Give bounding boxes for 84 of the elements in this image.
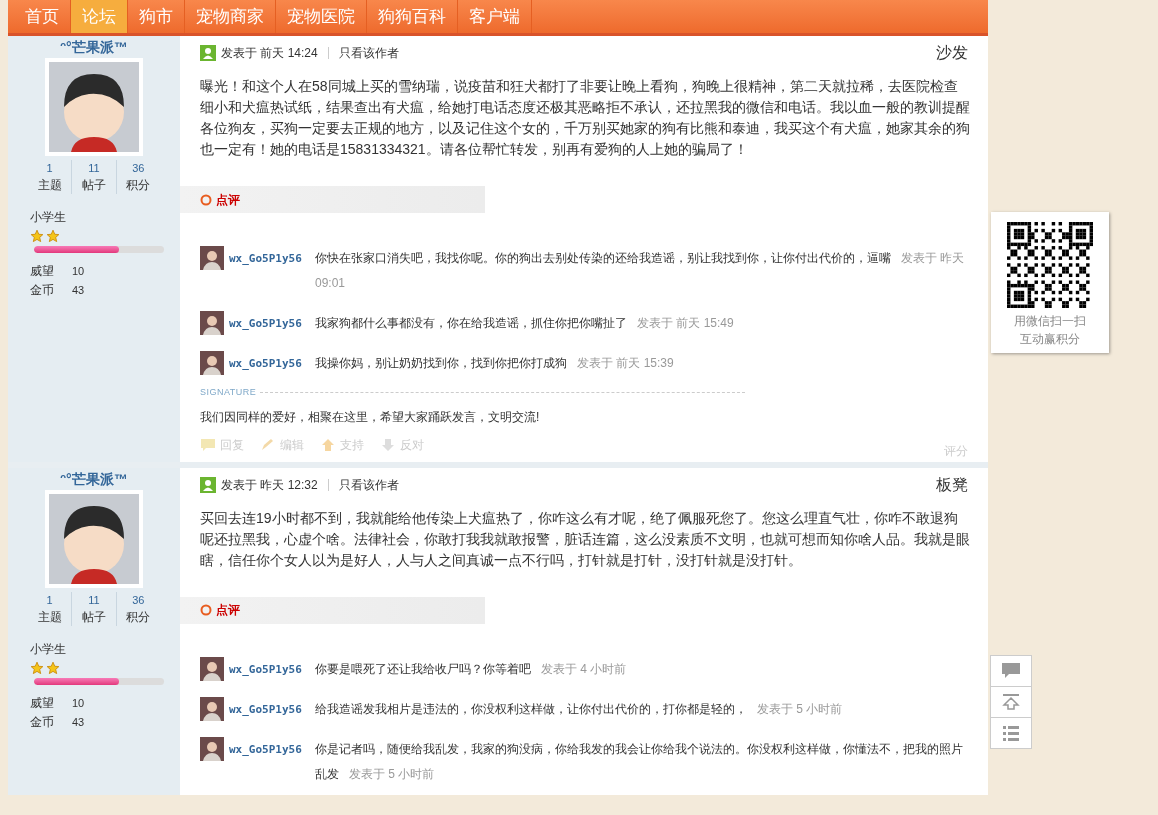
review-label: 点评 xyxy=(216,191,240,209)
commenter-name[interactable]: wx_Go5P1y56 xyxy=(224,351,315,376)
stat-value[interactable]: 11 xyxy=(88,591,100,608)
stat-label: 积分 xyxy=(126,177,151,194)
qr-caption: 互动赢积分 xyxy=(1020,331,1080,348)
avatar xyxy=(200,246,224,270)
field-value: 10 xyxy=(72,264,85,279)
qr-caption: 用微信扫一扫 xyxy=(1014,313,1086,330)
avatar xyxy=(200,311,224,335)
comment-icon xyxy=(200,437,216,452)
comment-text: 我家狗都什么事都没有，你在给我造谣，抓住你把你嘴扯了 发表于 前天 15:49 xyxy=(315,315,734,332)
comment-text: 我操你妈，别让奶奶找到你，找到你把你打成狗 发表于 前天 15:39 xyxy=(315,355,674,372)
review-label: 点评 xyxy=(216,602,240,619)
star-icon xyxy=(30,229,44,243)
field-label: 金币 xyxy=(30,713,55,731)
comment-text: 你要是喂死了还让我给收尸吗？你等着吧 发表于 4 小时前 xyxy=(315,660,627,678)
commenter-name[interactable]: wx_Go5P1y56 xyxy=(224,246,315,271)
commenter-name[interactable]: wx_Go5P1y56 xyxy=(224,311,315,336)
stat-value[interactable]: 11 xyxy=(88,160,100,176)
list-icon xyxy=(1001,724,1021,742)
comment-time: 发表于 前天 15:39 xyxy=(577,356,674,370)
post-body: 买回去连19小时都不到，我就能给他传染上犬瘟热了，你咋这么有才呢，绝了佩服死您了。您这么理直气壮，你咋不敢退狗呢还拉黑我，心虚个啥。法律社会，你敢打我我就敢报警，脏话连篇，这么没素质不文明，也就可想而知你啥人品。我就是眼瞎，信任你个女人以为是好人，人与人之间真诚一点不行吗，打针就是打针，没打针就是没打针。 xyxy=(199,508,971,570)
commenter-name[interactable]: wx_Go5P1y56 xyxy=(224,736,315,762)
comment-button[interactable] xyxy=(990,655,1032,687)
star-icon xyxy=(46,229,60,243)
comment-text: 你快在张家口消失吧，我找你呢。你的狗出去别处传染的还给我造谣，别让我找到你，让你付出代价的，逼嘴 发表于 昨天 09:01 xyxy=(315,250,966,292)
arrow-down-icon xyxy=(380,437,396,452)
pencil-icon xyxy=(260,437,276,452)
back-to-top-icon xyxy=(1001,693,1021,711)
commenter-name[interactable]: wx_Go5P1y56 xyxy=(224,656,315,682)
field-value: 43 xyxy=(72,714,85,730)
comment-time: 发表于 5 小时前 xyxy=(757,701,843,716)
arrow-up-icon xyxy=(320,437,336,452)
field-value: 43 xyxy=(72,283,85,298)
nav-tab[interactable]: 狗狗百科 xyxy=(367,0,458,33)
comment-text: 给我造谣发我相片是违法的，你没权利这样做，让你付出代价的，打你都是轻的， 发表于 5 小时前 xyxy=(315,700,843,718)
rank-label: 小学生 xyxy=(30,640,67,658)
comment-time: 发表于 4 小时前 xyxy=(541,661,627,676)
circle-icon xyxy=(200,604,212,616)
field-value: 10 xyxy=(72,695,85,711)
author-name[interactable]: ᵔ°芒果派™ xyxy=(8,469,180,488)
comment-time: 发表于 前天 15:49 xyxy=(637,316,734,330)
floor-number[interactable]: 板凳 xyxy=(936,472,968,497)
author-name[interactable]: ᵔ°芒果派™ xyxy=(8,38,180,56)
user-icon xyxy=(200,476,216,493)
nav-tab[interactable]: 狗市 xyxy=(128,0,185,33)
post-time: 发表于 昨天 12:32 xyxy=(221,476,318,494)
stat-label: 积分 xyxy=(126,608,151,626)
signature-label: SIGNATURE xyxy=(200,386,257,399)
nav-tab[interactable]: 宠物商家 xyxy=(185,0,276,33)
circle-icon xyxy=(200,193,212,206)
stat-value[interactable]: 1 xyxy=(46,591,53,608)
avatar xyxy=(200,696,224,721)
stat-value[interactable]: 1 xyxy=(46,160,53,176)
star-icon xyxy=(30,660,44,675)
back-to-top-button[interactable] xyxy=(990,686,1032,718)
rank-label: 小学生 xyxy=(30,209,67,226)
stat-label: 帖子 xyxy=(82,177,106,194)
user-icon xyxy=(200,45,216,61)
post-time: 发表于 前天 14:24 xyxy=(221,45,318,62)
avatar xyxy=(200,351,224,375)
author-only-link[interactable]: 只看该作者 xyxy=(338,44,399,62)
comment-text: 你是记者吗，随便给我乱发，我家的狗没病，你给我发的我会让你给我个说法的。你没权利这样做，你懂法不，把我的照片乱发 发表于 5 小时前 xyxy=(315,740,964,783)
avatar xyxy=(200,656,224,681)
floor-number[interactable]: 沙发 xyxy=(936,41,968,65)
author-only-link[interactable]: 只看该作者 xyxy=(338,475,399,494)
commenter-name[interactable]: wx_Go5P1y56 xyxy=(224,696,315,722)
avatar xyxy=(200,736,224,761)
nav-tab[interactable]: 客户端 xyxy=(458,0,532,33)
stat-label: 帖子 xyxy=(82,608,106,626)
star-icon xyxy=(46,660,60,675)
nav-tab[interactable]: 宠物医院 xyxy=(276,0,367,33)
field-label: 威望 xyxy=(30,694,55,712)
comment-time: 发表于 5 小时前 xyxy=(349,766,435,781)
list-button[interactable] xyxy=(990,717,1032,749)
chat-icon xyxy=(1001,662,1021,680)
post-body: 曝光！和这个人在58同城上买的雪纳瑞，说疫苗和狂犬都打了非要让晚上看狗，狗晚上很精神，第二天就拉稀，去医院检查细小和犬瘟热试纸，结果查出有犬瘟，给她打电话态度还极其恶略拒不承认，还拉黑我的微信和电话。我以血一般的教训提醒各位狗友，买狗一定要去正规的地方，以及记住这个女的，千万别买她家的狗有比熊和泰迪，我买这个有犬瘟，她家其余的狗也一定有！她的电话是15831334321。请各位帮忙转发，别再有爱狗的人上她的骗局了！ xyxy=(199,77,971,159)
signature-text: 我们因同样的爱好，相聚在这里，希望大家踊跃发言，文明交流! xyxy=(200,408,541,426)
stat-value[interactable]: 36 xyxy=(132,591,145,608)
stat-value[interactable]: 36 xyxy=(132,160,145,176)
stat-label: 主题 xyxy=(37,608,62,626)
field-label: 金币 xyxy=(30,282,55,299)
field-label: 威望 xyxy=(30,263,55,280)
stat-label: 主题 xyxy=(37,177,62,194)
